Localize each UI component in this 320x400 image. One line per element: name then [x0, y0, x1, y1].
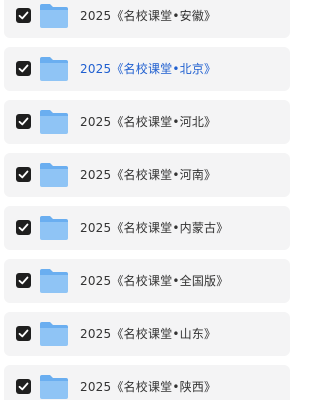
checkbox-checked[interactable] — [16, 61, 31, 76]
folder-name[interactable]: 2025《名校课堂•河北》 — [80, 100, 216, 144]
check-icon — [18, 117, 29, 126]
checkbox-checked[interactable] — [16, 273, 31, 288]
folder-name[interactable]: 2025《名校课堂•全国版》 — [80, 259, 228, 303]
check-icon — [18, 276, 29, 285]
folder-icon — [40, 4, 68, 28]
folder-icon — [40, 110, 68, 134]
checkbox-checked[interactable] — [16, 326, 31, 341]
folder-name[interactable]: 2025《名校课堂•内蒙古》 — [80, 206, 228, 250]
folder-row[interactable]: 2025《名校课堂•河北》 — [4, 100, 290, 144]
folder-name[interactable]: 2025《名校课堂•陕西》 — [80, 365, 216, 400]
folder-name[interactable]: 2025《名校课堂•河南》 — [80, 153, 216, 197]
folder-list: 2025《名校课堂•安徽》 2025《名校课堂•北京》 2025《名校课堂•河北… — [0, 0, 290, 400]
folder-name[interactable]: 2025《名校课堂•山东》 — [80, 312, 216, 356]
check-icon — [18, 223, 29, 232]
folder-icon — [40, 269, 68, 293]
folder-row[interactable]: 2025《名校课堂•安徽》 — [4, 0, 290, 38]
folder-row[interactable]: 2025《名校课堂•全国版》 — [4, 259, 290, 303]
check-icon — [18, 11, 29, 20]
check-icon — [18, 64, 29, 73]
checkbox-checked[interactable] — [16, 167, 31, 182]
folder-row[interactable]: 2025《名校课堂•北京》 — [4, 47, 290, 91]
check-icon — [18, 329, 29, 338]
folder-row[interactable]: 2025《名校课堂•内蒙古》 — [4, 206, 290, 250]
check-icon — [18, 170, 29, 179]
folder-icon — [40, 375, 68, 399]
folder-icon — [40, 163, 68, 187]
folder-icon — [40, 322, 68, 346]
folder-icon — [40, 57, 68, 81]
check-icon — [18, 382, 29, 391]
folder-row[interactable]: 2025《名校课堂•山东》 — [4, 312, 290, 356]
checkbox-checked[interactable] — [16, 114, 31, 129]
folder-name[interactable]: 2025《名校课堂•北京》 — [80, 47, 216, 91]
folder-row[interactable]: 2025《名校课堂•陕西》 — [4, 365, 290, 400]
checkbox-checked[interactable] — [16, 220, 31, 235]
checkbox-checked[interactable] — [16, 379, 31, 394]
folder-row[interactable]: 2025《名校课堂•河南》 — [4, 153, 290, 197]
folder-name[interactable]: 2025《名校课堂•安徽》 — [80, 0, 216, 38]
checkbox-checked[interactable] — [16, 8, 31, 23]
folder-icon — [40, 216, 68, 240]
